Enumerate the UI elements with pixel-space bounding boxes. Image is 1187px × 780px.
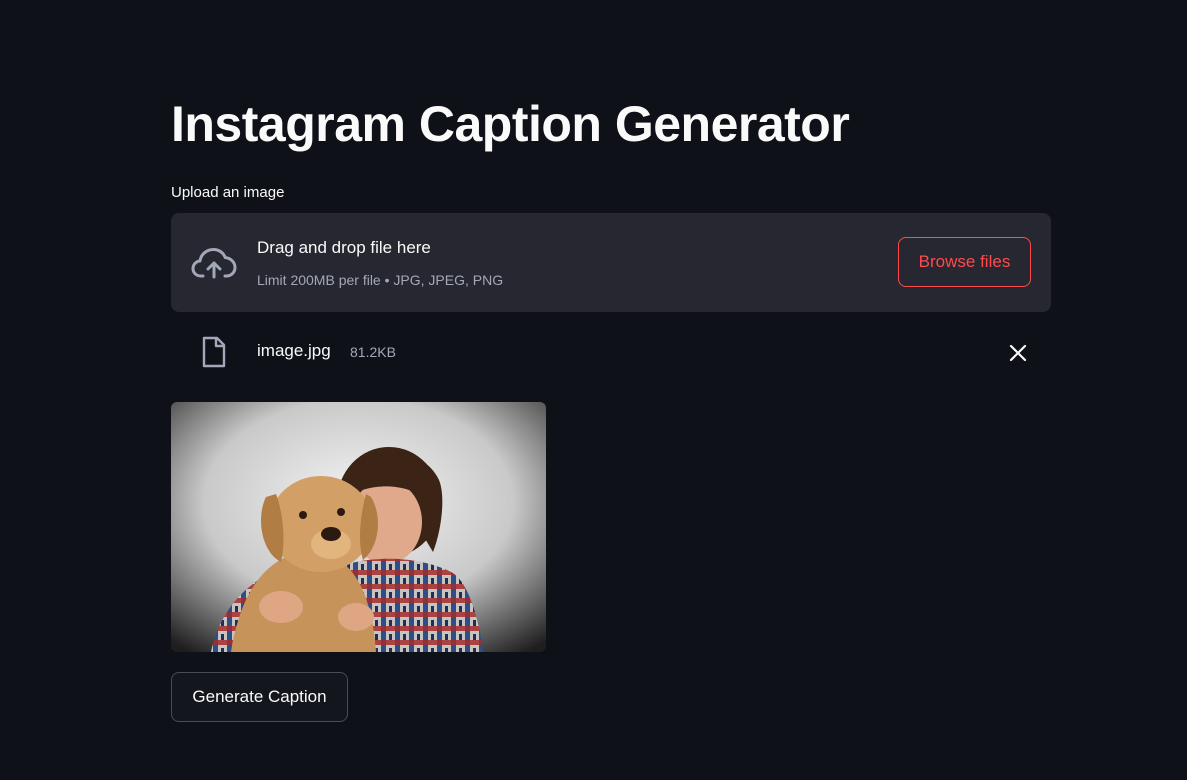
page-title: Instagram Caption Generator <box>171 96 850 152</box>
dropzone-title: Drag and drop file here <box>257 238 431 257</box>
photo-man-kissing-dog <box>171 402 546 652</box>
image-preview <box>171 402 546 652</box>
cloud-upload-icon <box>191 248 237 279</box>
file-size: 81.2KB <box>350 344 396 360</box>
dropzone-limits: Limit 200MB per file • JPG, JPEG, PNG <box>257 272 504 288</box>
file-dropzone[interactable]: Drag and drop file here Limit 200MB per … <box>171 213 1051 312</box>
generate-caption-button[interactable]: Generate Caption <box>171 672 348 722</box>
close-icon[interactable] <box>1007 342 1029 364</box>
browse-files-button[interactable]: Browse files <box>898 237 1031 287</box>
upload-label: Upload an image <box>171 184 285 201</box>
file-icon <box>202 336 226 368</box>
file-name: image.jpg <box>257 341 331 360</box>
uploaded-file-row: image.jpg 81.2KB <box>171 330 1051 374</box>
